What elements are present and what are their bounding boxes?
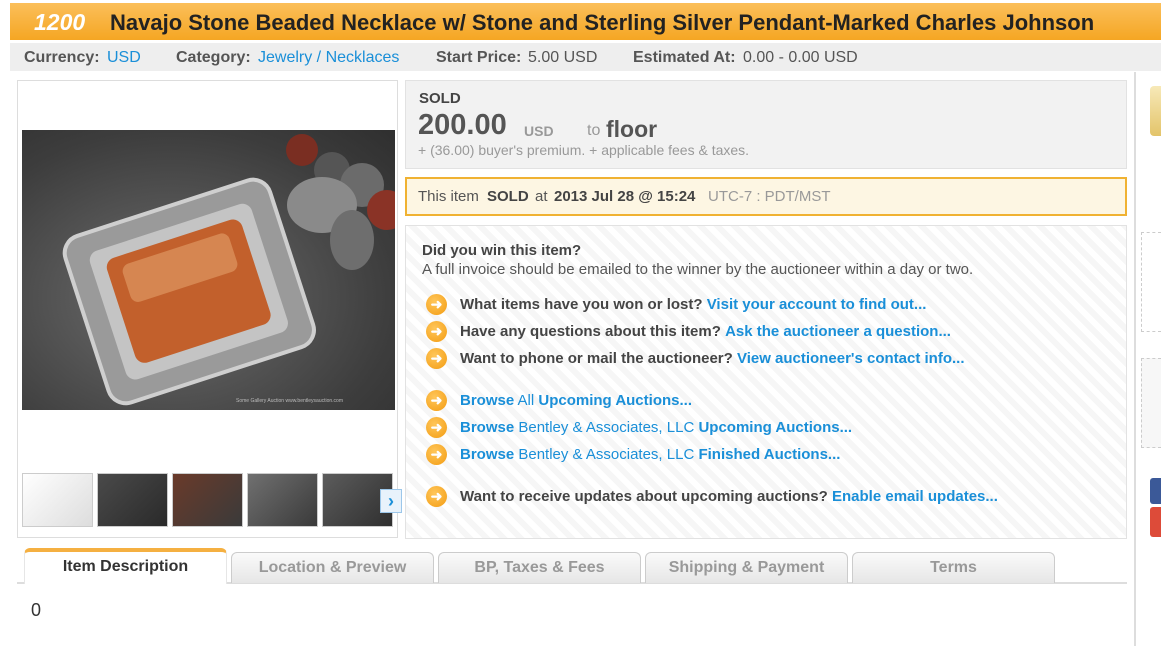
arrow-right-icon: ➜ <box>426 486 447 507</box>
estimated-value: 0.00 - 0.00 USD <box>743 49 858 66</box>
link-question: Want to phone or mail the auctioneer? <box>460 350 733 367</box>
lot-info-strip: Currency: USD Category: Jewelry / Neckla… <box>10 43 1161 71</box>
browse-target: Upcoming Auctions... <box>698 419 853 436</box>
browse-scope: Bentley & Associates, LLC <box>518 446 695 463</box>
sidebar-panel <box>1141 232 1161 332</box>
tab-item-description[interactable]: Item Description <box>24 548 227 584</box>
visit-account-link[interactable]: Visit your account to find out... <box>707 296 927 313</box>
notice-datetime: 2013 Jul 28 @ 15:24 <box>554 188 696 205</box>
photo-watermark: Some Gallery Auction www.bentleysauction… <box>236 398 343 404</box>
arrow-right-icon: ➜ <box>426 321 447 342</box>
estimated-label: Estimated At: <box>633 49 736 66</box>
sidebar-divider <box>1134 72 1136 646</box>
notice-timezone: UTC-7 : PDT/MST <box>708 188 831 205</box>
sold-to: to <box>587 122 601 139</box>
sold-price: 200.00 <box>418 109 507 141</box>
item-description-text: 0 <box>31 600 42 620</box>
notice-sold: SOLD <box>487 188 529 205</box>
browse-scope: All <box>517 392 535 409</box>
browse-target: Finished Auctions... <box>698 446 841 463</box>
sidebar-image-icon <box>1150 86 1161 136</box>
browse-target: Upcoming Auctions... <box>538 392 692 409</box>
sold-buyer: floor <box>606 116 658 142</box>
tab-bp-taxes-fees[interactable]: BP, Taxes & Fees <box>438 552 641 583</box>
contact-info-link[interactable]: View auctioneer's contact info... <box>737 350 965 367</box>
category-link[interactable]: Jewelry / Necklaces <box>258 49 399 67</box>
thumbnail[interactable] <box>247 473 318 527</box>
lot-number: 1200 <box>34 9 86 35</box>
sold-notice: This item SOLD at 2013 Jul 28 @ 15:24 UT… <box>405 177 1127 216</box>
ask-question-link[interactable]: Ask the auctioneer a question... <box>725 323 951 340</box>
browse-word: Browse <box>460 446 515 463</box>
sold-price-box: SOLD 200.00 USD to floor + (36.00) buyer… <box>405 80 1127 169</box>
sold-currency: USD <box>524 123 554 139</box>
link-question: Have any questions about this item? <box>460 323 721 340</box>
win-info-text: A full invoice should be emailed to the … <box>422 261 974 278</box>
arrow-right-icon: ➜ <box>426 348 447 369</box>
sold-label: SOLD <box>419 90 461 107</box>
facebook-icon[interactable] <box>1150 478 1161 504</box>
tab-shipping-payment[interactable]: Shipping & Payment <box>645 552 848 583</box>
enable-email-updates-link[interactable]: Enable email updates... <box>832 488 998 505</box>
image-gallery: Some Gallery Auction www.bentleysauction… <box>17 80 402 538</box>
start-price-value: 5.00 USD <box>528 49 598 66</box>
main-photo[interactable]: Some Gallery Auction www.bentleysauction… <box>22 130 395 410</box>
currency-label: Currency: <box>24 49 100 66</box>
arrow-right-icon: ➜ <box>426 390 447 411</box>
updates-question: Want to receive updates about upcoming a… <box>460 488 828 505</box>
browse-word: Browse <box>460 392 515 409</box>
item-tabs: Item Description Location & Preview BP, … <box>17 546 1127 584</box>
browse-scope: Bentley & Associates, LLC <box>518 419 695 436</box>
buyers-premium: + (36.00) buyer's premium. + applicable … <box>418 142 750 158</box>
category-label: Category: <box>176 49 251 66</box>
browse-word: Browse <box>460 419 515 436</box>
necklace-photo: Some Gallery Auction www.bentleysauction… <box>62 134 395 406</box>
notice-prefix: This item <box>418 188 479 205</box>
lot-title-bar: 1200 Navajo Stone Beaded Necklace w/ Sto… <box>10 3 1161 40</box>
arrow-right-icon: ➜ <box>426 417 447 438</box>
thumbnail[interactable] <box>172 473 243 527</box>
tab-location-preview[interactable]: Location & Preview <box>231 552 434 583</box>
currency-link[interactable]: USD <box>107 49 141 67</box>
start-price-label: Start Price: <box>436 49 522 66</box>
google-plus-icon[interactable] <box>1150 507 1161 537</box>
win-question: Did you win this item? <box>422 242 582 259</box>
arrow-right-icon: ➜ <box>426 444 447 465</box>
link-question: What items have you won or lost? <box>460 296 703 313</box>
sidebar-panel <box>1141 358 1161 448</box>
thumbnail-strip: › <box>22 473 402 529</box>
thumbnail[interactable] <box>97 473 168 527</box>
notice-at: at <box>535 188 548 205</box>
tab-terms[interactable]: Terms <box>852 552 1055 583</box>
win-info-panel: Did you win this item? A full invoice sh… <box>405 225 1127 539</box>
thumbnail[interactable] <box>22 473 93 527</box>
arrow-right-icon: ➜ <box>426 294 447 315</box>
thumbnail-next-icon[interactable]: › <box>380 489 402 513</box>
lot-title: Navajo Stone Beaded Necklace w/ Stone an… <box>110 10 1095 35</box>
